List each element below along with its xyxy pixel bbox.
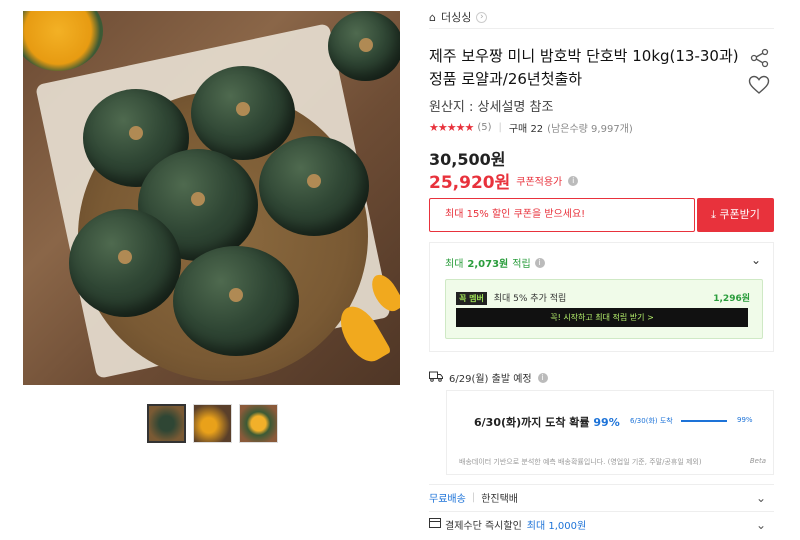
member-benefit-text: 최대 5% 추가 적립 [493, 294, 567, 304]
beta-label: Beta [749, 457, 766, 465]
arrival-prefix: 6/30(화)까지 도착 확률 [474, 416, 590, 429]
purchase-count: 구매 22 [508, 124, 544, 135]
payment-discount-row[interactable]: 결제수단 즉시할인 최대 1,000원 ⌄ [429, 511, 774, 537]
arrival-probability: 6/30(화)까지 도착 확률 99% [474, 414, 620, 430]
arrival-bar-label: 6/30(화) 도착 [630, 417, 673, 425]
member-benefit-box: 꼭 멤버 최대 5% 추가 적립 1,296원 꼭! 시작하고 최대 적립 받기… [445, 279, 763, 339]
thumbnail-2[interactable] [193, 404, 232, 443]
pumpkin-image [69, 209, 181, 317]
coupon-applied-label: 쿠폰적용가 [516, 177, 563, 188]
coupon-banner[interactable]: 최대 15% 할인 쿠폰을 받으세요! [429, 198, 695, 232]
shipping-method-row[interactable]: 무료배송 | 한진택배 ⌄ [429, 484, 774, 510]
member-benefit-line: 꼭 멤버 최대 5% 추가 적립 1,296원 [456, 291, 750, 305]
pumpkin-image [328, 11, 400, 81]
arrival-progress-bar [681, 420, 727, 422]
pumpkin-half-image [23, 11, 103, 71]
review-count-link[interactable]: (5) [477, 122, 491, 133]
product-title: 제주 보우짱 미니 밤호박 단호박 10kg(13-30과) 정품 로얄과/26… [429, 47, 739, 88]
arrival-pct: 99% [593, 416, 620, 429]
carrier-label: 한진택배 [481, 494, 518, 505]
sale-price-row: 25,920원 쿠폰적용가 i [429, 168, 579, 193]
truck-icon [429, 371, 443, 385]
member-benefit-amount: 1,296원 [713, 294, 750, 304]
arrival-progress-fill [681, 420, 727, 422]
dispatch-date: 6/29(월) 출발 예정 [449, 374, 532, 385]
points-header[interactable]: 최대 2,073원 적립 i [445, 255, 545, 270]
store-icon: ⌂ [429, 10, 436, 24]
original-price: 30,500원 [429, 150, 506, 169]
points-section: 최대 2,073원 적립 i ⌄ 꼭 멤버 최대 5% 추가 적립 1,296원… [429, 242, 774, 352]
card-icon [429, 518, 441, 531]
payment-discount-label: 결제수단 즉시할인 [445, 521, 522, 532]
product-main-image [23, 11, 400, 385]
arrival-bar-pct: 99% [737, 416, 753, 424]
points-prefix: 최대 [445, 259, 464, 270]
pumpkin-image [173, 246, 299, 356]
info-icon[interactable]: i [534, 257, 545, 268]
remaining-stock: (남은수량 9,997개) [547, 124, 633, 135]
share-icon[interactable] [750, 48, 770, 73]
thumbnail-1[interactable] [147, 404, 186, 443]
info-icon[interactable]: i [537, 372, 548, 383]
dispatch-row: 6/29(월) 출발 예정 i [429, 370, 548, 385]
free-shipping-label: 무료배송 [429, 494, 466, 505]
divider: | [498, 122, 502, 133]
thumbnail-3[interactable] [239, 404, 278, 443]
chevron-right-icon: › [476, 11, 488, 23]
divider [429, 28, 774, 29]
arrival-prediction-box: 6/30(화)까지 도착 확률 99% 6/30(화) 도착 99% 배송데이터… [446, 390, 774, 475]
member-badge: 꼭 멤버 [456, 292, 487, 305]
get-coupon-button[interactable]: ⤓ 쿠폰받기 [697, 198, 774, 232]
chevron-down-icon[interactable]: ⌄ [751, 253, 761, 267]
heart-icon[interactable] [748, 75, 770, 100]
chevron-down-icon[interactable]: ⌄ [756, 518, 766, 532]
arrival-note: 배송데이터 기반으로 분석한 예측 배송확률입니다. (영업일 기준, 주말/공… [459, 458, 702, 466]
origin-text: 원산지 : 상세설명 참조 [429, 100, 554, 115]
points-suffix: 적립 [512, 259, 531, 270]
info-icon[interactable]: i [568, 175, 579, 186]
thumbnail-list [147, 404, 278, 443]
payment-discount-max: 최대 1,000원 [526, 521, 587, 532]
pumpkin-image [259, 136, 369, 236]
chevron-down-icon[interactable]: ⌄ [756, 491, 766, 505]
divider: | [471, 492, 476, 503]
sale-price: 25,920원 [429, 173, 511, 193]
store-link[interactable]: ⌂ 더싱싱 › [429, 9, 488, 25]
store-name: 더싱싱 [440, 11, 472, 24]
rating-row: ★★★★★ (5) | 구매 22 (남은수량 9,997개) [429, 120, 633, 135]
member-join-button[interactable]: 꼭! 시작하고 최대 적립 받기 > [456, 308, 748, 327]
points-amount: 2,073원 [467, 259, 509, 270]
rating-stars: ★★★★★ [429, 121, 474, 134]
